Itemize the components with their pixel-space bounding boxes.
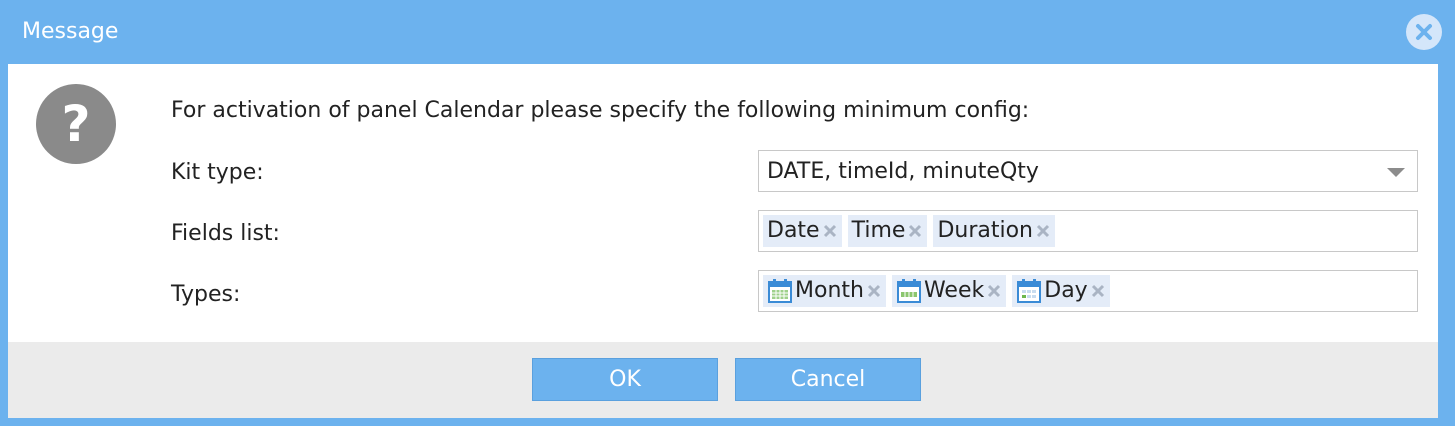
- tag-week[interactable]: Week: [891, 275, 1007, 307]
- dialog-body: ? For activation of panel Calendar pleas…: [8, 64, 1438, 342]
- tag-label: Date: [767, 218, 820, 243]
- kit-type-label: Kit type:: [171, 160, 264, 185]
- tag-day[interactable]: Day: [1012, 275, 1110, 307]
- remove-x-icon[interactable]: [1035, 223, 1051, 239]
- chevron-down-icon[interactable]: [1387, 168, 1405, 177]
- tag-label: Time: [851, 218, 906, 243]
- types-tagfield[interactable]: Month Week Day: [758, 270, 1418, 312]
- message-dialog: Message ? For activation of panel Calend…: [0, 0, 1455, 426]
- tag-date[interactable]: Date: [763, 215, 842, 247]
- question-icon: ?: [36, 84, 116, 164]
- dialog-title: Message: [22, 19, 119, 44]
- remove-x-icon[interactable]: [907, 223, 923, 239]
- tag-duration[interactable]: Duration: [933, 215, 1055, 247]
- kit-type-combo[interactable]: DATE, timeId, minuteQty: [758, 150, 1418, 192]
- remove-x-icon[interactable]: [866, 283, 882, 299]
- calendar-month-icon: [768, 279, 792, 303]
- tag-label: Duration: [937, 218, 1033, 243]
- dialog-titlebar[interactable]: Message: [0, 0, 1455, 64]
- remove-x-icon[interactable]: [986, 283, 1002, 299]
- tag-time[interactable]: Time: [847, 215, 928, 247]
- cancel-button[interactable]: Cancel: [735, 358, 921, 401]
- fields-list-tagfield[interactable]: Date Time Duration: [758, 210, 1418, 252]
- calendar-day-icon: [1017, 279, 1042, 303]
- tag-month[interactable]: Month: [763, 275, 886, 307]
- fields-list-label: Fields list:: [171, 221, 280, 246]
- tag-label: Day: [1044, 278, 1088, 303]
- calendar-week-icon: [896, 279, 921, 303]
- tag-label: Month: [795, 278, 864, 303]
- tag-label: Week: [923, 278, 985, 303]
- kit-type-value: DATE, timeId, minuteQty: [767, 159, 1039, 184]
- ok-button[interactable]: OK: [532, 358, 718, 401]
- remove-x-icon[interactable]: [1090, 283, 1106, 299]
- message-text: For activation of panel Calendar please …: [171, 98, 1030, 123]
- remove-x-icon[interactable]: [822, 223, 838, 239]
- close-icon[interactable]: [1406, 14, 1442, 50]
- dialog-footer: OK Cancel: [8, 342, 1438, 418]
- types-label: Types:: [171, 282, 241, 307]
